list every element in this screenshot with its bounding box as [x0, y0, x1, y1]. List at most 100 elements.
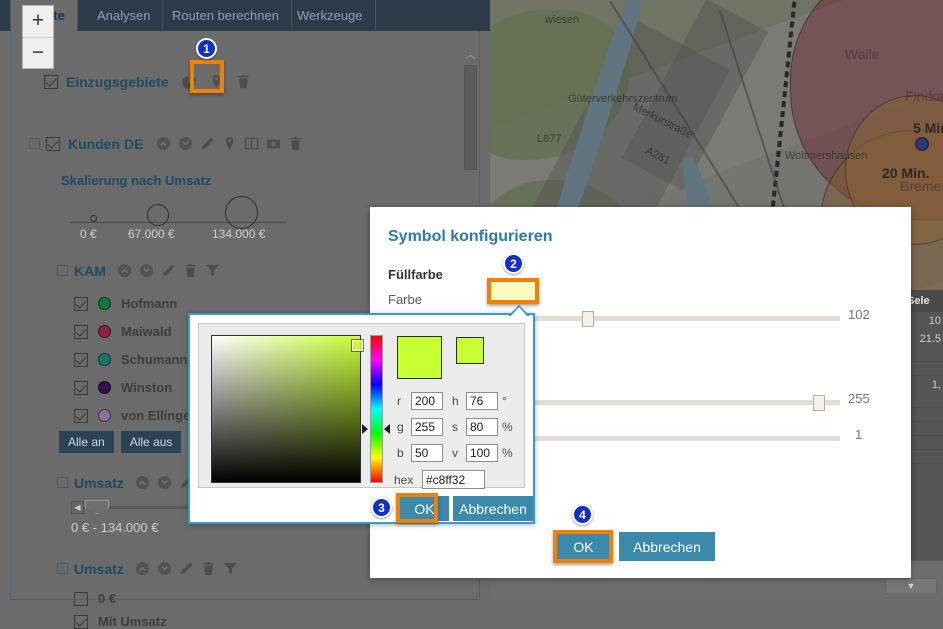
- zoom-in-button[interactable]: +: [23, 6, 53, 37]
- input-g[interactable]: [411, 418, 443, 436]
- scale-dropdown[interactable]: ▼: [885, 578, 937, 594]
- list-item[interactable]: Hofmann: [74, 296, 177, 311]
- list-item[interactable]: Schumann: [74, 352, 187, 367]
- field-s[interactable]: s %: [452, 418, 513, 436]
- pencil-icon[interactable]: [178, 560, 195, 577]
- tab-werkzeuge[interactable]: Werkzeuge: [285, 0, 376, 31]
- umsatz-checkbox-zero[interactable]: [74, 591, 88, 606]
- field-label-g: g: [397, 420, 404, 434]
- hue-marker-left-icon: [362, 424, 368, 434]
- input-hex[interactable]: [422, 470, 485, 489]
- kam-checkbox-von-ellinger[interactable]: [74, 408, 88, 423]
- pencil-icon[interactable]: [160, 262, 177, 279]
- trash-icon[interactable]: [235, 73, 252, 90]
- chevron-up-icon[interactable]: [155, 135, 172, 152]
- trash-icon[interactable]: [287, 135, 304, 152]
- color-preview-original: [456, 337, 484, 364]
- tab-bar: Inhalte Analysen Routen berechnen Werkze…: [0, 0, 490, 31]
- field-r[interactable]: r: [397, 392, 443, 410]
- collapse-toggle-umsatz-slider[interactable]: −: [57, 477, 68, 488]
- hue-slider[interactable]: [370, 335, 383, 483]
- columns-icon[interactable]: [243, 135, 260, 152]
- layer-checkbox-einzugsgebiete[interactable]: [44, 74, 58, 89]
- group-row-kam[interactable]: − KAM: [57, 262, 221, 279]
- pencil-icon[interactable]: [199, 135, 216, 152]
- layer-row-kunden-de[interactable]: − Kunden DE: [29, 135, 304, 152]
- kam-bulk-actions: Alle an Alle aus: [59, 431, 182, 453]
- input-v[interactable]: [466, 444, 498, 462]
- input-b[interactable]: [411, 444, 443, 462]
- chevron-up-icon[interactable]: [116, 262, 133, 279]
- dialog-field-label-farbe: Farbe: [388, 292, 422, 307]
- scaling-tick-1: 67.000 €: [128, 227, 175, 241]
- slider-thumb[interactable]: [813, 395, 825, 411]
- trash-icon[interactable]: [182, 262, 199, 279]
- input-s[interactable]: [466, 418, 498, 436]
- collapse-toggle-umsatz-filter[interactable]: −: [57, 563, 68, 574]
- alle-aus-button[interactable]: Alle aus: [120, 431, 182, 453]
- alle-an-button[interactable]: Alle an: [59, 431, 114, 453]
- kam-checkbox-winston[interactable]: [74, 380, 88, 395]
- slider-left-button[interactable]: ◀: [71, 501, 84, 514]
- umsatz-range-value: 0 € - 134.000 €: [71, 520, 159, 535]
- list-item[interactable]: von Ellinger: [74, 408, 195, 423]
- scaling-title: Skalierung nach Umsatz: [61, 173, 211, 188]
- field-b[interactable]: b: [397, 444, 443, 462]
- input-h[interactable]: [466, 392, 498, 410]
- list-item[interactable]: Winston: [74, 380, 172, 395]
- filter-icon[interactable]: [222, 560, 239, 577]
- sv-cursor[interactable]: [352, 340, 363, 351]
- list-item[interactable]: Mit Umsatz: [74, 614, 167, 629]
- group-label-umsatz-filter: Umsatz: [74, 560, 124, 577]
- slider-track: [500, 436, 840, 441]
- tab-analysen[interactable]: Analysen: [85, 0, 164, 31]
- layer-checkbox-kunden-de[interactable]: [46, 136, 60, 151]
- dialog-cancel-button[interactable]: Abbrechen: [619, 532, 715, 561]
- field-hex[interactable]: hex: [394, 470, 485, 489]
- collapse-toggle-kunden-de[interactable]: −: [29, 138, 40, 149]
- group-row-umsatz-filter[interactable]: − Umsatz: [57, 560, 239, 577]
- chevron-down-icon[interactable]: [177, 135, 194, 152]
- slider-value: 255: [848, 391, 870, 406]
- slider-thumb[interactable]: [85, 500, 109, 514]
- group-row-umsatz-slider[interactable]: − Umsatz: [57, 474, 195, 491]
- slider-track: [500, 400, 840, 405]
- field-v[interactable]: v %: [452, 444, 513, 462]
- scrollbar-thumb[interactable]: [464, 65, 477, 170]
- kam-checkbox-hofmann[interactable]: [74, 296, 88, 311]
- chevron-down-icon[interactable]: [138, 262, 155, 279]
- highlight-box-3: [396, 493, 438, 523]
- tab-routen-berechnen[interactable]: Routen berechnen: [160, 0, 292, 31]
- kam-checkbox-schumann[interactable]: [74, 352, 88, 367]
- dialog-slider-2[interactable]: 255: [500, 391, 870, 411]
- color-picker-caret: [508, 305, 530, 316]
- field-h[interactable]: h °: [452, 392, 507, 410]
- chevron-up-icon[interactable]: [134, 560, 151, 577]
- camera-icon[interactable]: [265, 135, 282, 152]
- chevron-down-icon[interactable]: [156, 560, 173, 577]
- dialog-slider-1[interactable]: 102: [500, 307, 870, 327]
- chevron-down-icon[interactable]: [156, 474, 173, 491]
- input-r[interactable]: [411, 392, 443, 410]
- scroll-up-icon[interactable]: ︿: [462, 45, 479, 63]
- saturation-value-box[interactable]: [211, 335, 363, 483]
- filter-icon[interactable]: [204, 262, 221, 279]
- map-pin-icon[interactable]: [221, 135, 238, 152]
- field-g[interactable]: g: [397, 418, 443, 436]
- trash-icon[interactable]: [200, 560, 217, 577]
- kam-label: Schumann: [121, 352, 188, 367]
- kam-label: Hofmann: [121, 296, 178, 311]
- color-picker-cancel-button[interactable]: Abbrechen: [453, 496, 533, 521]
- slider-thumb[interactable]: [582, 311, 594, 327]
- highlight-box-4: [553, 530, 613, 563]
- chevron-up-icon[interactable]: [134, 474, 151, 491]
- collapse-toggle-kam[interactable]: −: [57, 265, 68, 276]
- kam-checkbox-maiwald[interactable]: [74, 324, 88, 339]
- zoom-out-button[interactable]: −: [23, 36, 53, 68]
- list-item[interactable]: 0 €: [74, 591, 116, 606]
- kam-color-dot: [98, 353, 111, 366]
- list-item[interactable]: Maiwald: [74, 324, 172, 339]
- umsatz-checkbox-mit-umsatz[interactable]: [74, 614, 88, 629]
- dialog-slider-3[interactable]: 1: [500, 427, 862, 445]
- map-zoom-control[interactable]: + −: [22, 5, 54, 69]
